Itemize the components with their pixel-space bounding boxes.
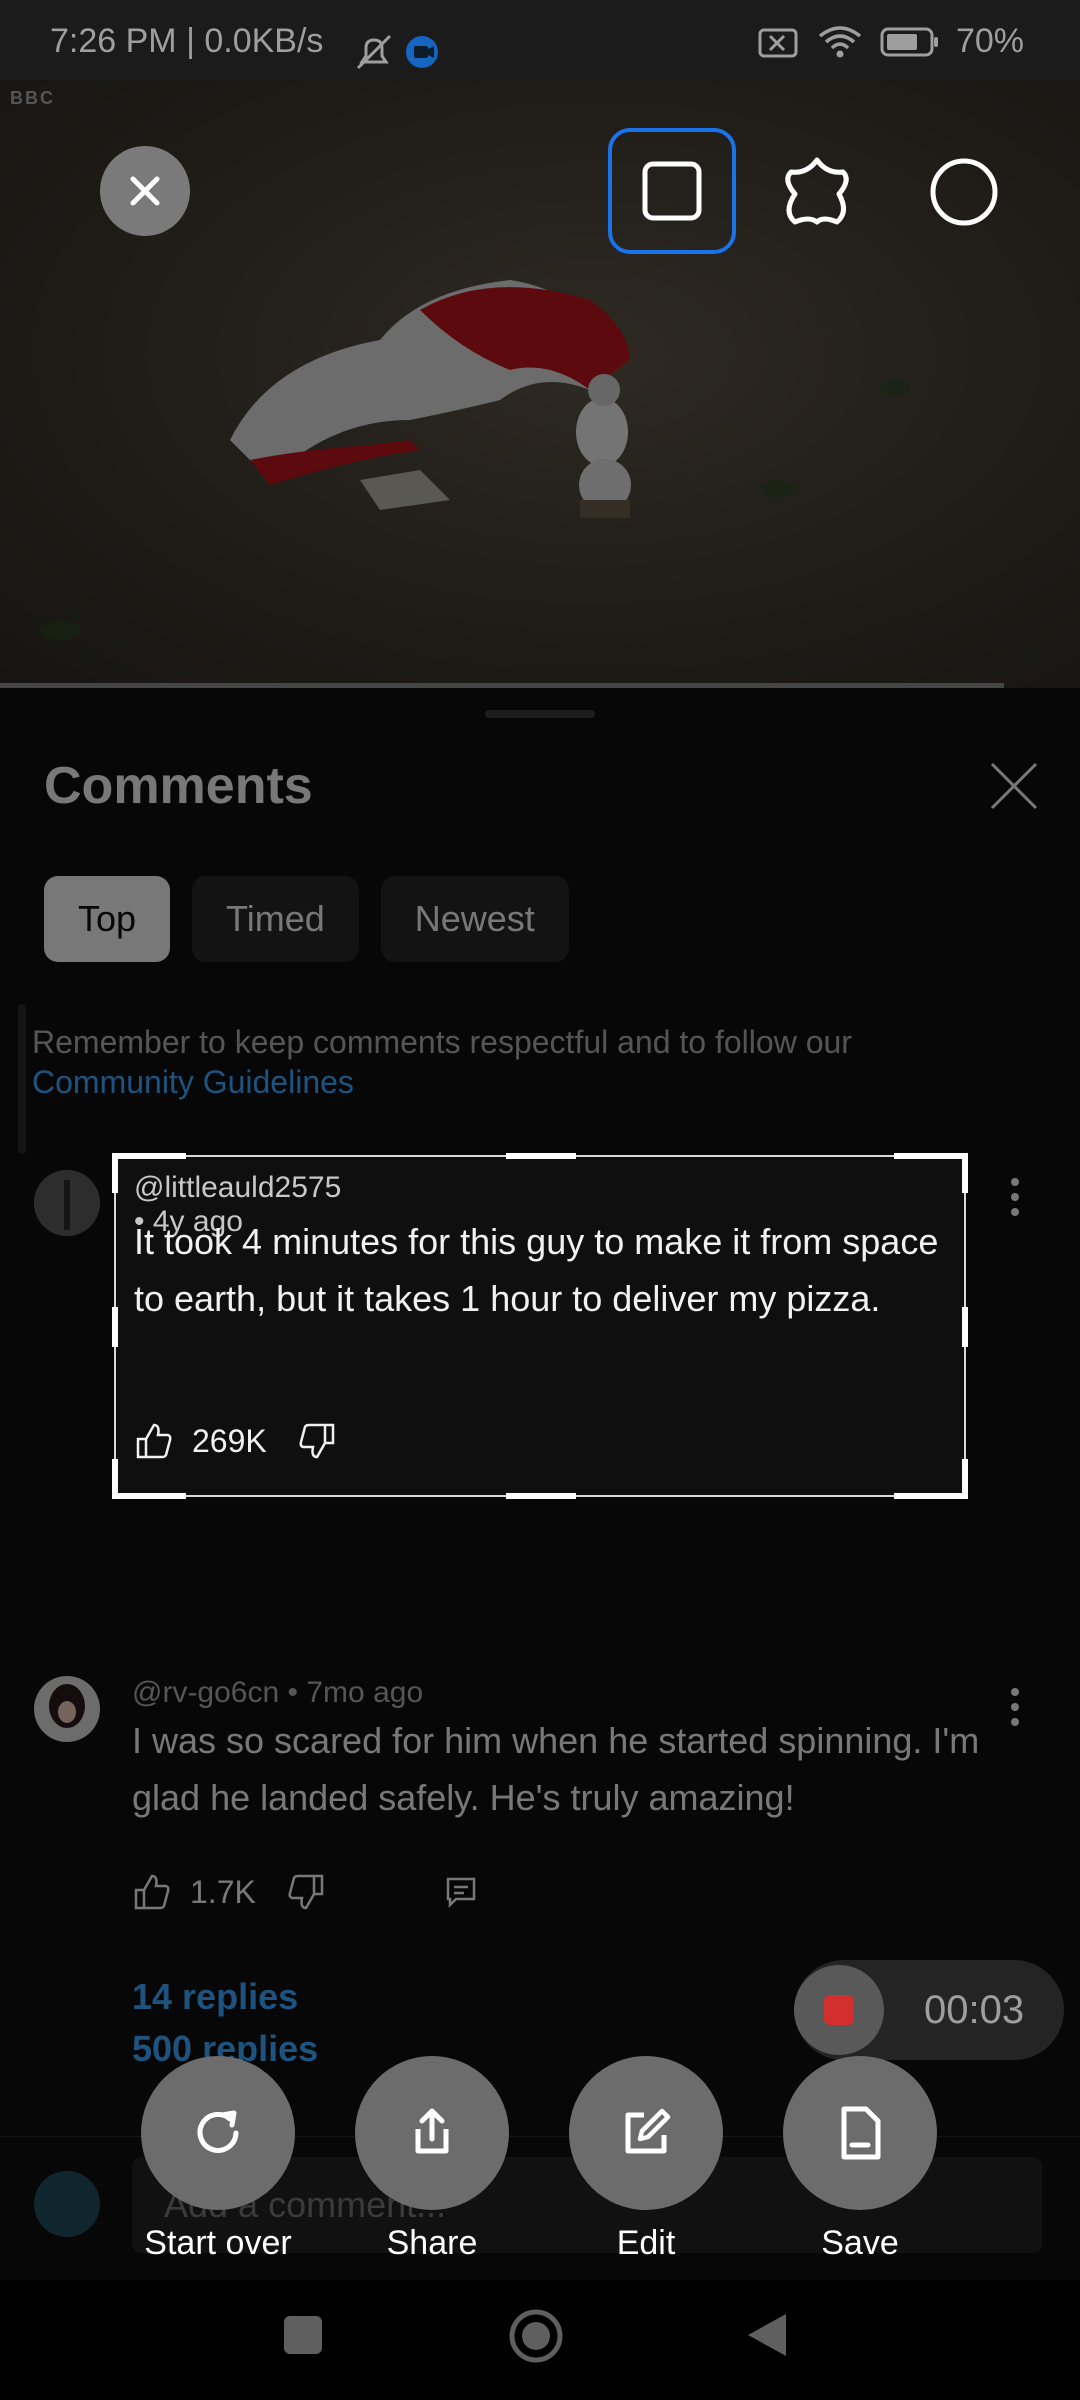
close-icon [130, 176, 160, 206]
crop-handle-top-right[interactable] [894, 1153, 968, 1159]
comment-actions: 269K [134, 1421, 337, 1461]
avatar [34, 2171, 100, 2237]
screen-recording-indicator[interactable]: 00:03 [794, 1960, 1064, 2060]
tab-top[interactable]: Top [44, 876, 171, 962]
home-icon[interactable] [508, 2308, 564, 2364]
like-count: 269K [192, 1422, 267, 1459]
community-guidelines-link[interactable]: Community Guidelines [32, 1062, 982, 1102]
status-time: 7:26 PM | 0.0KB/s [50, 22, 324, 60]
terrain-detail [880, 380, 910, 396]
save-button[interactable]: Save [783, 2056, 937, 2263]
status-right: 70% [756, 22, 1024, 61]
no-sim-icon [758, 28, 798, 57]
start-over-button[interactable]: Start over [141, 2056, 295, 2263]
edit-circle[interactable] [569, 2056, 723, 2210]
freeform-shape-icon [785, 157, 849, 225]
comment-author[interactable]: @littleauld2575 [134, 1171, 341, 1204]
edit-button[interactable]: Edit [569, 2056, 723, 2263]
terrain-detail [40, 620, 80, 640]
scroll-indicator [18, 1004, 26, 1154]
comment-age: 7mo ago [306, 1676, 424, 1709]
rectangle-shape-button[interactable] [608, 128, 736, 254]
avatar[interactable] [34, 1170, 100, 1236]
app-notification-icon [406, 36, 438, 68]
comment-meta: @rv-go6cn • 7mo ago [132, 1676, 423, 1710]
parachute-skydiver-image [230, 280, 631, 518]
back-icon[interactable] [744, 2310, 790, 2360]
crop-handle-right[interactable] [962, 1307, 968, 1347]
crop-handle-top-right[interactable] [962, 1153, 968, 1193]
guidelines-text: Remember to keep comments respectful and… [32, 1024, 852, 1060]
comment-text: It took 4 minutes for this guy to make i… [134, 1221, 939, 1319]
edit-icon [625, 2108, 671, 2154]
crop-handle-left[interactable] [112, 1307, 118, 1347]
more-options-icon[interactable] [1000, 1172, 1030, 1222]
crop-handle-bottom-left[interactable] [112, 1459, 118, 1499]
like-count: 1.7K [190, 1873, 256, 1910]
share-label: Share [386, 2224, 478, 2262]
comment-author[interactable]: @rv-go6cn [132, 1676, 279, 1709]
avatar[interactable] [34, 1676, 100, 1742]
comment-actions: 1.7K [132, 1872, 478, 1912]
circle-shape-button[interactable] [922, 150, 1006, 234]
recents-icon[interactable] [280, 2312, 326, 2358]
dislike-icon[interactable] [297, 1421, 337, 1461]
like-icon[interactable] [134, 1421, 174, 1461]
save-label: Save [821, 2224, 899, 2262]
record-stop-icon [824, 1995, 854, 2025]
share-button[interactable]: Share [355, 2056, 509, 2263]
video-watermark: BBC [10, 88, 55, 108]
dislike-icon[interactable] [286, 1872, 326, 1912]
circle-shape-icon [930, 158, 998, 226]
crop-handle-bottom[interactable] [506, 1493, 576, 1499]
comment-text: I was so scared for him when he started … [132, 1720, 980, 1818]
terrain-detail [760, 480, 796, 498]
rectangle-shape-icon [642, 161, 702, 221]
close-icon[interactable] [986, 758, 1042, 814]
crop-handle-top-left[interactable] [112, 1153, 118, 1193]
wifi-icon [818, 25, 862, 57]
crop-handle-bottom-left[interactable] [112, 1493, 186, 1499]
save-circle[interactable] [783, 2056, 937, 2210]
guidelines-notice: Remember to keep comments respectful and… [32, 1022, 982, 1102]
crop-selection-frame[interactable]: @littleauld2575 • 4y ago It took 4 minut… [112, 1153, 968, 1499]
share-icon [415, 2108, 449, 2154]
battery-percent: 70% [955, 22, 1024, 60]
refresh-icon [197, 2110, 239, 2153]
start-over-label: Start over [144, 2224, 292, 2262]
crop-handle-top[interactable] [506, 1153, 576, 1159]
save-icon [841, 2106, 881, 2160]
freeform-shape-button[interactable] [772, 150, 862, 234]
edit-label: Edit [616, 2224, 676, 2262]
bell-off-icon [356, 34, 392, 70]
reply-icon[interactable] [444, 1875, 478, 1909]
crop-handle-top-left[interactable] [112, 1153, 186, 1159]
share-circle[interactable] [355, 2056, 509, 2210]
close-screenshot-button[interactable] [100, 146, 190, 236]
meta-separator: • [287, 1676, 307, 1709]
crop-handle-bottom-right[interactable] [962, 1459, 968, 1499]
tab-newest[interactable]: Newest [380, 876, 569, 962]
replies-link[interactable]: 14 replies [132, 1976, 298, 2018]
crop-handle-bottom-right[interactable] [894, 1493, 968, 1499]
stop-recording-button[interactable] [794, 1965, 884, 2055]
comments-title: Comments [44, 757, 313, 815]
recording-timer: 00:03 [924, 1988, 1025, 2032]
tab-timed[interactable]: Timed [192, 876, 359, 962]
comment-sort-tabs: Top Timed Newest [44, 876, 569, 962]
status-bar: 7:26 PM | 0.0KB/s 70% [0, 0, 1080, 80]
system-nav-bar [0, 2280, 1080, 2400]
like-icon[interactable] [132, 1872, 172, 1912]
drag-handle[interactable] [485, 710, 595, 718]
battery-icon [880, 27, 938, 56]
start-over-circle[interactable] [141, 2056, 295, 2210]
